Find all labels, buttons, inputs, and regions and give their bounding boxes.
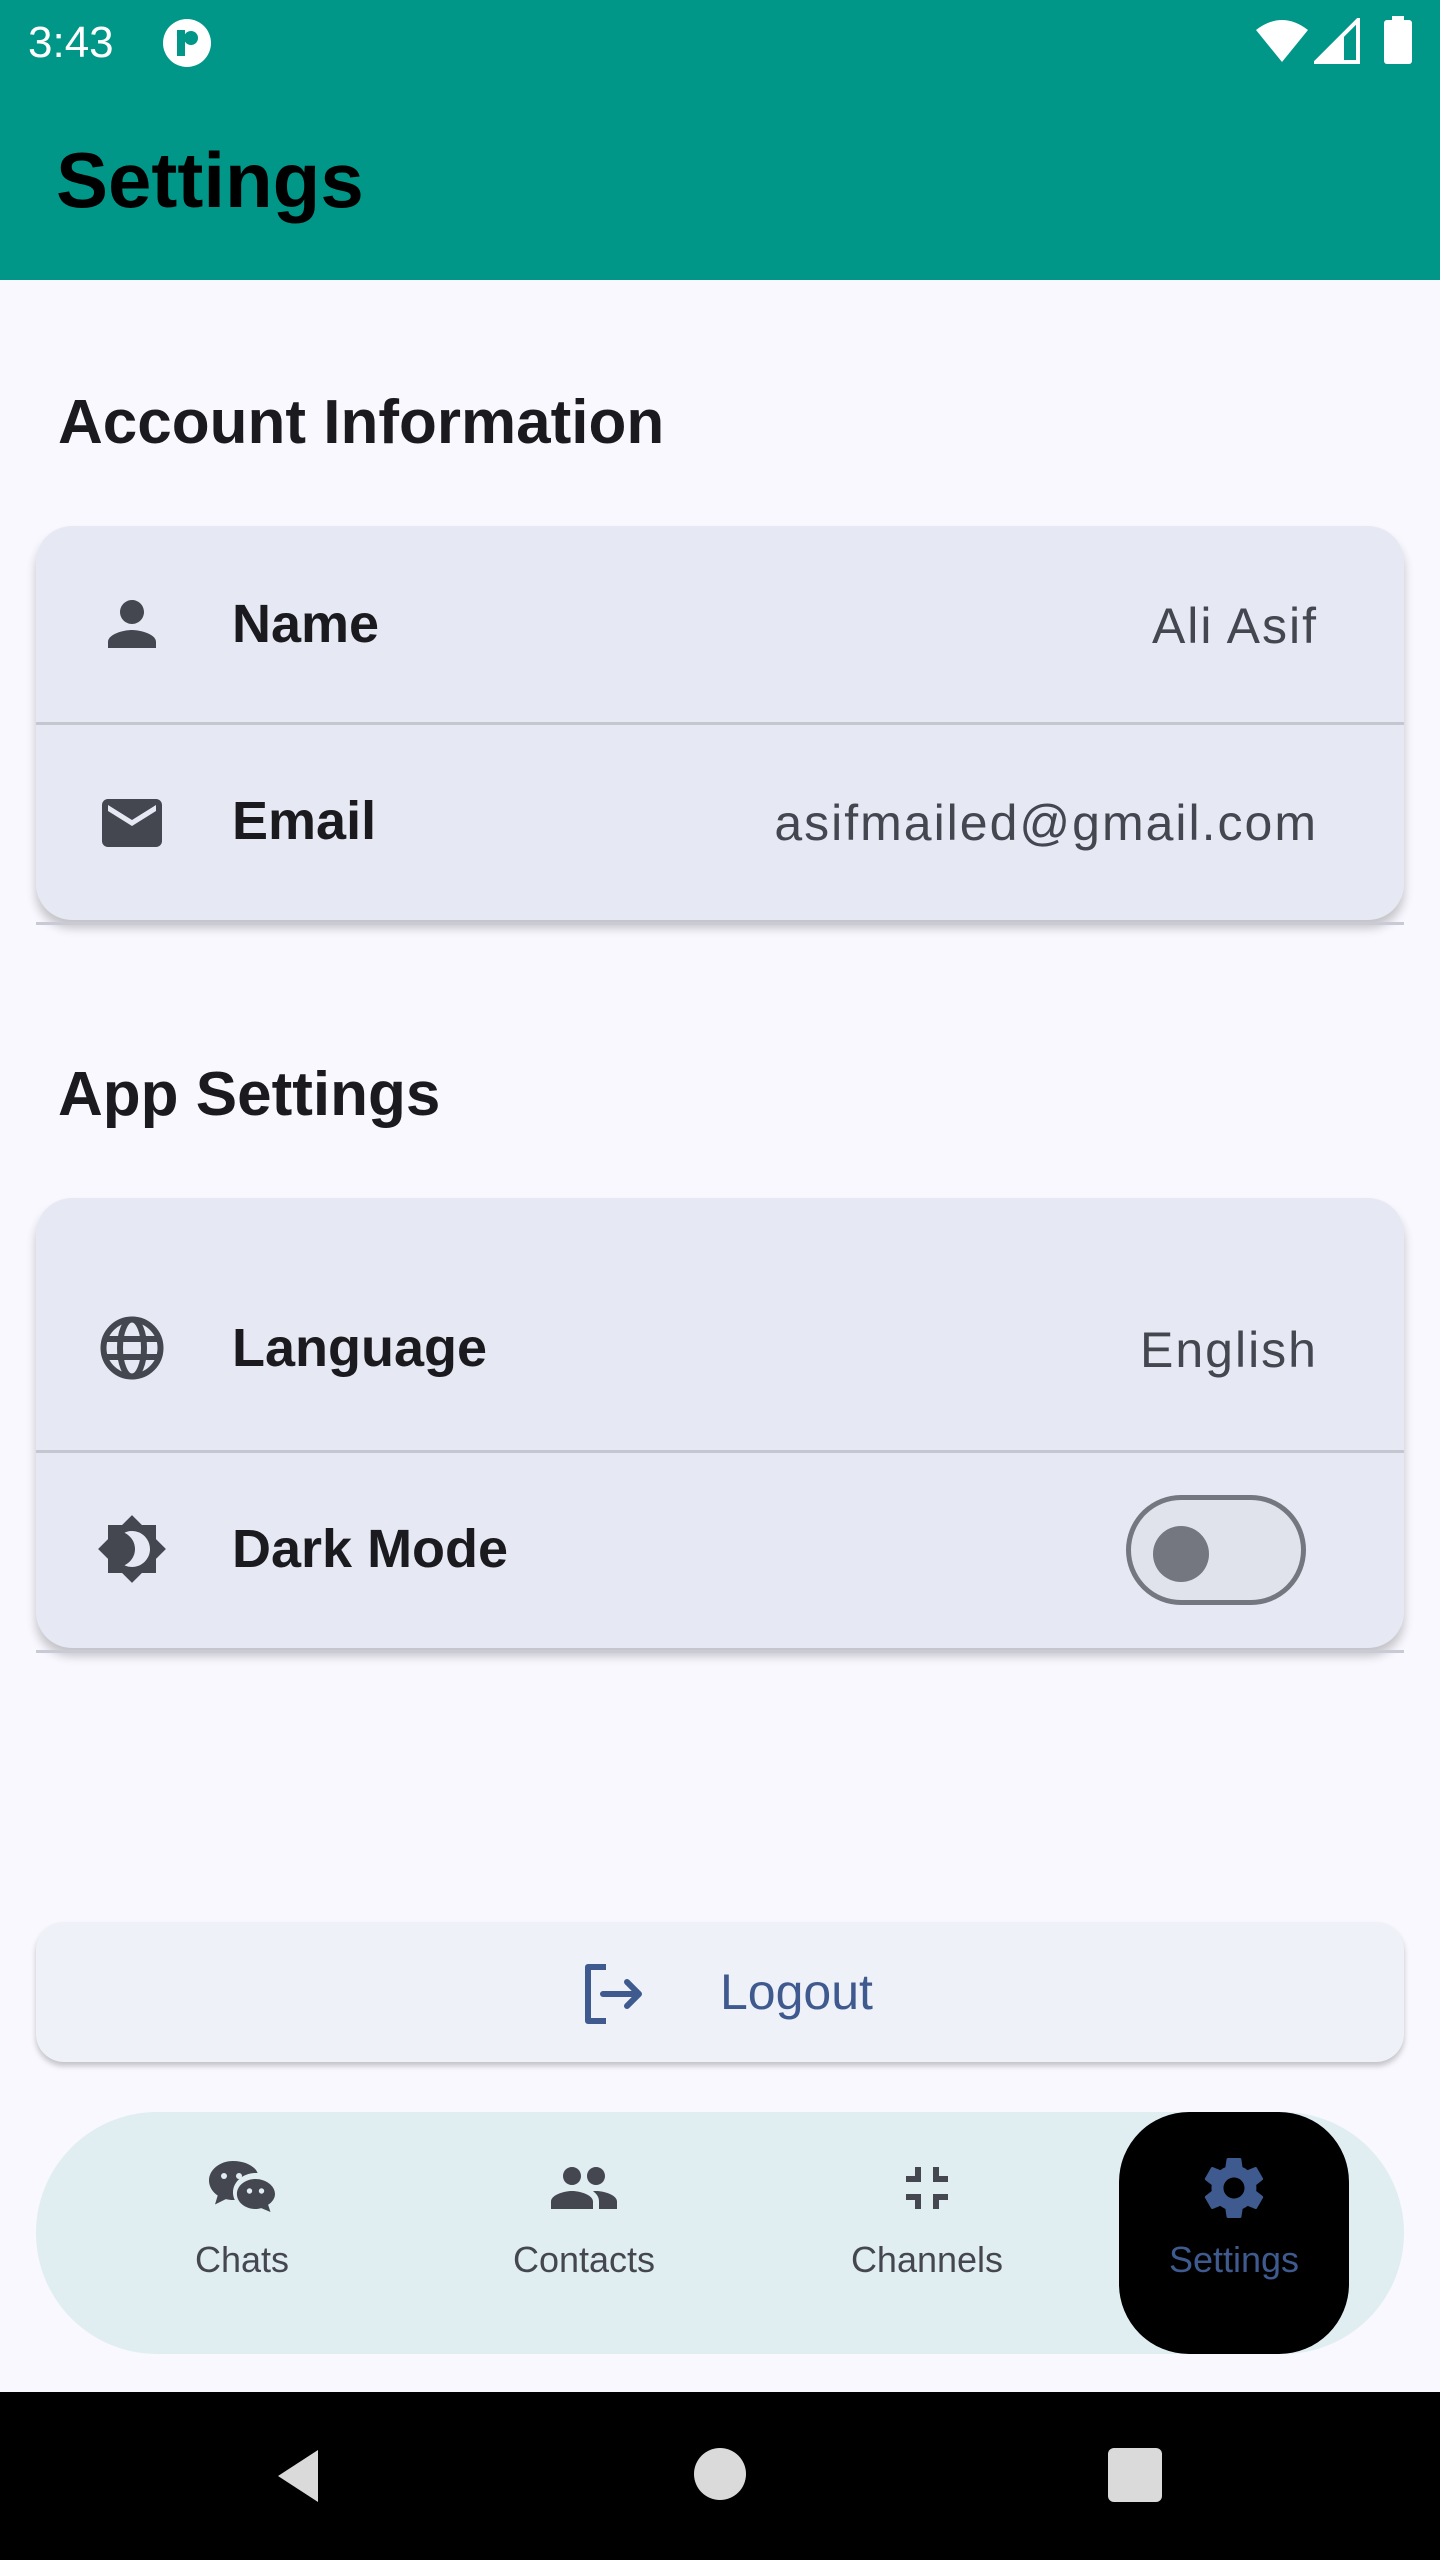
chat-bubbles-icon: [209, 2161, 275, 2212]
account-section-title: Account Information: [58, 388, 665, 457]
logout-label: Logout: [720, 1964, 873, 2020]
globe-icon: [100, 1316, 164, 1380]
back-icon[interactable]: [270, 2446, 330, 2506]
account-card: Name Ali Asif Email asifmailed@gmail.com: [36, 526, 1404, 920]
app-settings-card: Language English Dark Mode: [36, 1198, 1404, 1648]
nav-chats[interactable]: Chats: [127, 2112, 357, 2354]
home-icon[interactable]: [694, 2448, 746, 2500]
wifi-icon: [1256, 20, 1308, 62]
toggle-knob: [1153, 1526, 1209, 1582]
nav-channels-label: Channels: [850, 2239, 1004, 2280]
nav-settings-label: Settings: [1168, 2239, 1300, 2280]
recents-icon[interactable]: [1108, 2448, 1162, 2502]
signal-icon: [1314, 18, 1360, 64]
nav-contacts-label: Contacts: [512, 2239, 656, 2280]
system-navigation-bar: [0, 2392, 1440, 2560]
app-settings-section-title: App Settings: [58, 1060, 441, 1129]
card-divider: [36, 1650, 1404, 1653]
dark-mode-toggle[interactable]: [1126, 1495, 1306, 1605]
nav-channels[interactable]: Channels: [812, 2112, 1042, 2354]
nav-settings[interactable]: Settings: [1119, 2112, 1349, 2354]
person-icon: [108, 600, 156, 648]
email-value: asifmailed@gmail.com: [774, 795, 1318, 851]
people-icon: [551, 2167, 617, 2209]
app-bar: 3:43 Settings: [0, 0, 1440, 280]
language-row[interactable]: Language English: [36, 1198, 1404, 1450]
name-row[interactable]: Name Ali Asif: [36, 526, 1404, 722]
nav-contacts[interactable]: Contacts: [469, 2112, 699, 2354]
gear-icon: [1204, 2158, 1264, 2219]
mail-icon: [102, 799, 162, 847]
email-row[interactable]: Email asifmailed@gmail.com: [36, 725, 1404, 920]
card-divider: [36, 922, 1404, 925]
name-value: Ali Asif: [1151, 598, 1318, 654]
app-notification-icon: [163, 19, 211, 67]
logout-icon: [585, 1964, 642, 2024]
brightness-icon: [98, 1515, 166, 1583]
bottom-navigation: Chats Contacts Channels Settings: [36, 2112, 1404, 2354]
dark-mode-label: Dark Mode: [232, 1519, 509, 1579]
name-label: Name: [232, 594, 380, 654]
compress-icon: [906, 2167, 948, 2209]
email-label: Email: [232, 791, 377, 851]
language-label: Language: [232, 1318, 488, 1378]
nav-chats-label: Chats: [194, 2239, 290, 2280]
status-time: 3:43: [28, 18, 114, 67]
page-title: Settings: [56, 136, 364, 224]
logout-button[interactable]: Logout: [36, 1922, 1404, 2062]
battery-icon: [1384, 16, 1412, 64]
dark-mode-row: Dark Mode: [36, 1453, 1404, 1648]
language-value: English: [1140, 1322, 1318, 1378]
